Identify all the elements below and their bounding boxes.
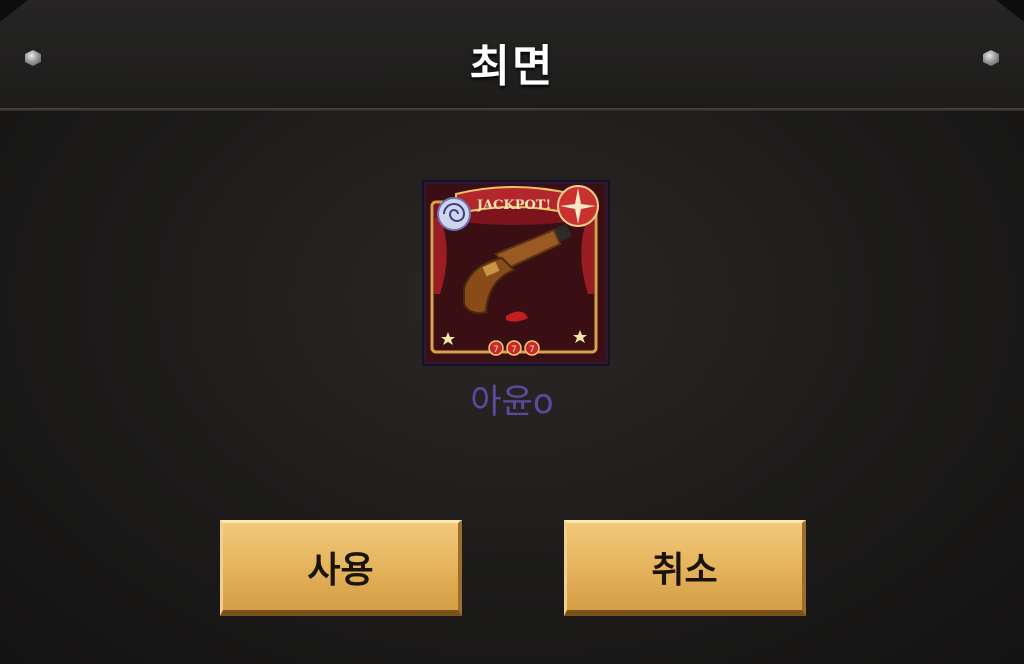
header-divider bbox=[0, 108, 1024, 111]
dialog-title: 최면 bbox=[469, 41, 555, 92]
badge-digit: 7 bbox=[493, 345, 499, 355]
cancel-button[interactable]: 취소 bbox=[564, 520, 806, 616]
badge-digit: 7 bbox=[511, 345, 517, 355]
use-button[interactable]: 사용 bbox=[220, 520, 462, 616]
hypnosis-dialog: 최면 JACKPOT! 7 7 7 아윤o 사용 취소 bbox=[0, 0, 1024, 664]
card-banner-text: JACKPOT! bbox=[476, 198, 551, 213]
item-card[interactable]: JACKPOT! 7 7 7 bbox=[424, 182, 608, 364]
cancel-button-label: 취소 bbox=[651, 549, 718, 591]
flintlock-pistol-card-icon: JACKPOT! 7 7 7 bbox=[426, 184, 602, 358]
badge-digit: 7 bbox=[529, 345, 535, 355]
item-name: 아윤o bbox=[470, 382, 554, 422]
use-button-label: 사용 bbox=[307, 549, 374, 591]
